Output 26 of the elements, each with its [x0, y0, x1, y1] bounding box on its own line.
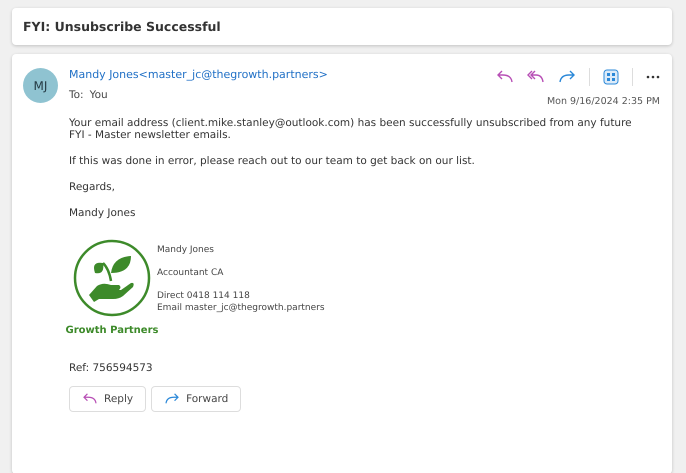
- signature-name: Mandy Jones: [157, 245, 215, 255]
- forward-icon: [164, 393, 180, 405]
- apps-icon[interactable]: [603, 69, 619, 85]
- forward-icon[interactable]: [558, 70, 576, 84]
- reply-all-icon[interactable]: [527, 70, 545, 84]
- body-text: If this was done in error, please reach out to our team to get back on our list.: [69, 155, 476, 167]
- body-text: Your email address (client.mike.stanley@outlook.com) has been successfully unsubscribed from any future FYI - Master newsletter emails.: [69, 117, 633, 141]
- avatar: MJ: [23, 68, 58, 103]
- reply-icon: [82, 393, 98, 405]
- reference-text: Ref: 756594573: [69, 362, 154, 374]
- recipient: You: [90, 89, 108, 101]
- plant-in-hand-logo-icon: [73, 239, 151, 317]
- subject-title: FYI: Unsubscribe Successful: [23, 19, 221, 34]
- reply-icon[interactable]: [496, 70, 514, 84]
- body-text: Regards,: [69, 181, 116, 193]
- signature-phone: Direct 0418 114 118: [157, 291, 251, 301]
- reply-button[interactable]: Reply: [69, 386, 146, 412]
- company-name: Growth Partners: [66, 325, 158, 336]
- sender-link[interactable]: Mandy Jones<master_jc@thegrowth.partners>: [69, 68, 496, 81]
- body-text: Mandy Jones: [69, 207, 136, 219]
- signature-title: Accountant CA: [157, 268, 224, 278]
- more-icon[interactable]: [646, 75, 660, 79]
- signature-email: Email master_jc@thegrowth.partners: [157, 303, 325, 313]
- to-label: To:: [69, 89, 84, 101]
- forward-button[interactable]: Forward: [151, 386, 242, 412]
- message-date: Mon 9/16/2024 2:35 PM: [546, 96, 660, 107]
